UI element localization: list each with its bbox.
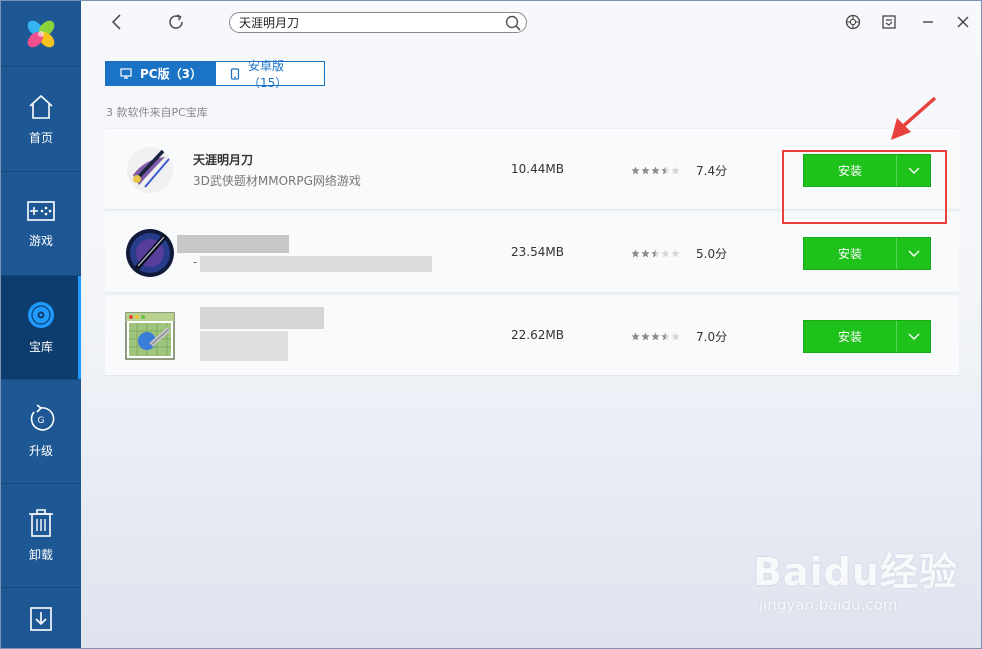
- gamepad-icon: [27, 201, 55, 221]
- back-button[interactable]: [106, 11, 128, 33]
- install-options-dropdown[interactable]: [896, 238, 930, 269]
- chevron-down-icon: [908, 333, 919, 340]
- star-rating: [631, 166, 680, 175]
- star-half-icon: [661, 332, 670, 341]
- app-window: 首页 游戏 宝库 G 升级 卸载 天涯明月刀 PC版（3） 安卓版（15） 3 …: [0, 0, 982, 649]
- star-half-icon: [651, 249, 660, 258]
- sidebar-item-label: 宝库: [28, 340, 53, 354]
- blurred-app-desc: [200, 331, 288, 361]
- refresh-button[interactable]: [165, 11, 187, 33]
- app-icon-tool-window: [125, 312, 175, 360]
- home-icon: [29, 94, 53, 119]
- star-empty-icon: [661, 249, 670, 258]
- star-full-icon: [651, 166, 660, 175]
- app-desc: -: [193, 255, 198, 269]
- sidebar-item-home[interactable]: 首页: [1, 68, 81, 172]
- search-box[interactable]: [229, 12, 527, 33]
- sidebar-item-label: 游戏: [28, 234, 53, 248]
- app-size: 22.62MB: [511, 328, 564, 342]
- refresh-icon: [169, 14, 183, 29]
- install-button[interactable]: 安装: [804, 321, 896, 352]
- chevron-left-icon: [111, 14, 121, 30]
- annotation-arrow-icon: [891, 96, 937, 140]
- blurred-app-name: [177, 235, 289, 253]
- install-button[interactable]: 安装: [804, 238, 896, 269]
- app-score: 7.4分: [696, 164, 728, 178]
- tab-pc-label: PC版（3）: [140, 67, 202, 81]
- star-rating: [631, 249, 680, 258]
- star-rating: [631, 332, 680, 341]
- app-score: 5.0分: [696, 247, 728, 261]
- sidebar-item-label: 首页: [28, 131, 53, 145]
- blurred-app-name: [200, 307, 324, 329]
- main-content: PC版（3） 安卓版（15） 3 款软件来自PC宝库: [81, 1, 981, 648]
- sidebar-item-library[interactable]: 宝库: [1, 276, 81, 380]
- baidu-jingyan-watermark: Baidu经验 jingyan.baidu.com: [753, 541, 958, 614]
- annotation-highlight-box: [782, 150, 947, 224]
- sidebar-item-label: 卸载: [28, 548, 53, 562]
- tab-pc[interactable]: PC版（3）: [105, 61, 216, 86]
- skin-button[interactable]: [842, 11, 864, 33]
- top-bar: [81, 1, 981, 45]
- install-button-group: 安装: [803, 320, 931, 353]
- app-icon-blade: [126, 229, 174, 277]
- star-empty-icon: [671, 166, 680, 175]
- sidebar-item-upgrade[interactable]: G 升级: [1, 380, 81, 484]
- watermark-url: jingyan.baidu.com: [759, 596, 898, 614]
- minimize-to-tray-button[interactable]: [878, 11, 900, 33]
- sidebar-item-uninstall[interactable]: 卸载: [1, 484, 81, 588]
- star-full-icon: [641, 249, 650, 258]
- sidebar-item-label: 升级: [28, 444, 53, 458]
- app-size: 10.44MB: [511, 162, 564, 176]
- platform-tabs: PC版（3） 安卓版（15）: [105, 59, 325, 90]
- phone-icon: [230, 67, 240, 80]
- app-logo: [1, 1, 81, 67]
- svg-text:G: G: [38, 416, 45, 426]
- monitor-icon: [120, 68, 132, 79]
- skin-icon: [845, 14, 861, 30]
- minimize-button[interactable]: [917, 11, 939, 33]
- minimize-icon: [923, 21, 933, 23]
- star-half-icon: [661, 166, 670, 175]
- install-button-group: 安装: [803, 237, 931, 270]
- app-desc: 3D武侠题材MMORPG网络游戏: [193, 174, 361, 188]
- app-score: 7.0分: [696, 330, 728, 344]
- close-icon: [957, 16, 969, 28]
- watermark-brand: Baidu经验: [753, 550, 958, 594]
- disc-icon: [28, 302, 54, 328]
- search-icon[interactable]: [505, 15, 521, 31]
- star-full-icon: [631, 332, 640, 341]
- star-full-icon: [631, 166, 640, 175]
- sidebar-item-download[interactable]: [1, 588, 81, 648]
- result-summary: 3 款软件来自PC宝库: [106, 106, 208, 119]
- star-full-icon: [641, 166, 650, 175]
- tab-android[interactable]: 安卓版（15）: [216, 59, 325, 90]
- app-size: 23.54MB: [511, 245, 564, 259]
- star-empty-icon: [671, 332, 680, 341]
- tab-android-label: 安卓版（15）: [248, 58, 288, 90]
- list-item[interactable]: 22.62MB 7.0分 安装: [105, 294, 959, 376]
- close-button[interactable]: [952, 11, 974, 33]
- install-options-dropdown[interactable]: [896, 321, 930, 352]
- window-icon: [882, 15, 896, 29]
- sidebar: 首页 游戏 宝库 G 升级 卸载: [1, 1, 81, 648]
- chevron-down-icon: [908, 250, 919, 257]
- download-icon: [30, 607, 52, 631]
- star-full-icon: [641, 332, 650, 341]
- blurred-app-desc: [200, 256, 432, 272]
- sidebar-item-games[interactable]: 游戏: [1, 172, 81, 276]
- search-input[interactable]: [239, 15, 499, 30]
- app-name: 天涯明月刀: [193, 153, 254, 167]
- star-empty-icon: [671, 249, 680, 258]
- trash-icon: [29, 509, 53, 537]
- star-full-icon: [631, 249, 640, 258]
- star-full-icon: [651, 332, 660, 341]
- upgrade-icon: G: [30, 404, 55, 431]
- app-icon-swords: [127, 147, 173, 193]
